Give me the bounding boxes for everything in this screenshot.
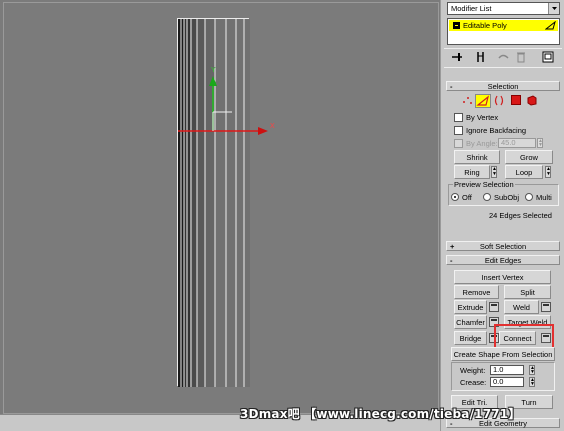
pin-stack-icon[interactable] <box>451 52 463 62</box>
ring-spinner[interactable]: ▲ ▼ <box>491 166 497 178</box>
preview-subobj-label: SubObj <box>494 193 520 202</box>
selection-rollout-title: Selection <box>487 82 519 91</box>
preview-multi-radio[interactable] <box>525 193 533 201</box>
remove-button[interactable]: Remove <box>454 285 499 299</box>
weld-button[interactable]: Weld <box>504 300 539 314</box>
edit-edges-rollout-title: Edit Edges <box>484 256 522 265</box>
edit-edges-rollout-header[interactable]: - Edit Edges <box>446 255 560 265</box>
by-angle-label: By Angle: <box>466 139 498 148</box>
remove-modifier-icon[interactable] <box>516 51 526 63</box>
create-shape-button[interactable]: Create Shape From Selection <box>451 347 555 361</box>
weight-field[interactable]: 1.0 <box>490 365 524 375</box>
crease-label: Crease: <box>460 378 487 387</box>
modifier-list-label: Modifier List <box>451 4 492 13</box>
extrude-settings-icon[interactable] <box>489 302 499 312</box>
by-vertex-label: By Vertex <box>466 113 499 122</box>
border-mode-icon[interactable] <box>493 94 507 107</box>
preview-selection-title: Preview Selection <box>453 180 515 189</box>
weight-spinner[interactable]: ▲ ▼ <box>529 365 535 375</box>
split-button[interactable]: Split <box>504 285 551 299</box>
configure-modifier-sets-icon[interactable] <box>542 51 554 63</box>
chamfer-button[interactable]: Chamfer <box>454 315 487 329</box>
edge-mode-icon[interactable] <box>475 94 491 108</box>
weld-settings-icon[interactable] <box>541 302 551 312</box>
gizmo-x-label: X <box>270 123 275 130</box>
preview-subobj-radio[interactable] <box>483 193 491 201</box>
ignore-backfacing-label: Ignore Backfacing <box>466 126 527 135</box>
stack-item-editable-poly[interactable]: Editable Poly <box>449 20 558 31</box>
command-panel: Modifier List Editable Poly - Selection <box>440 0 564 431</box>
modifier-stack[interactable]: Editable Poly <box>447 18 560 45</box>
by-angle-spinner[interactable]: ▲ ▼ <box>537 138 543 148</box>
polygon-mode-icon[interactable] <box>511 95 521 105</box>
preview-multi-label: Multi <box>536 193 552 202</box>
selection-rollout-header[interactable]: - Selection <box>446 81 560 91</box>
toolbar-separator-bottom <box>444 67 562 68</box>
crease-field[interactable]: 0.0 <box>490 377 524 387</box>
stack-item-label: Editable Poly <box>463 21 507 30</box>
chevron-down-icon <box>548 3 559 14</box>
watermark-text: 3Dmax吧 【www.linecg.com/tieba/1771】 <box>240 407 521 421</box>
shrink-button[interactable]: Shrink <box>454 150 500 164</box>
connect-highlight-callout <box>494 324 554 349</box>
toolbar-separator <box>444 48 562 49</box>
expand-toggle-icon[interactable] <box>453 22 460 29</box>
perspective-viewport[interactable]: Y X <box>0 0 440 431</box>
soft-selection-rollout-title: Soft Selection <box>479 242 527 251</box>
grow-button[interactable]: Grow <box>505 150 553 164</box>
by-angle-checkbox[interactable] <box>454 139 463 148</box>
soft-selection-rollout-header[interactable]: + Soft Selection <box>446 241 560 251</box>
ring-button[interactable]: Ring <box>454 165 490 179</box>
transform-gizmo[interactable]: Y X <box>0 0 440 414</box>
extrude-button[interactable]: Extrude <box>454 300 487 314</box>
subobject-toolbar <box>460 94 550 108</box>
by-angle-field[interactable]: 45.0 <box>498 138 536 148</box>
crease-spinner[interactable]: ▲ ▼ <box>529 377 535 387</box>
insert-vertex-button[interactable]: Insert Vertex <box>454 270 551 284</box>
gizmo-y-label: Y <box>211 67 216 74</box>
preview-off-label: Off <box>462 193 472 202</box>
selection-status: 24 Edges Selected <box>489 211 552 220</box>
ignore-backfacing-checkbox[interactable] <box>454 126 463 135</box>
modifier-list-dropdown[interactable]: Modifier List <box>447 2 560 15</box>
show-end-result-icon[interactable] <box>476 51 486 63</box>
edge-subobject-icon <box>545 21 556 30</box>
bridge-button[interactable]: Bridge <box>454 331 487 345</box>
loop-spinner[interactable]: ▲ ▼ <box>545 166 551 178</box>
preview-off-radio[interactable] <box>451 193 459 201</box>
loop-button[interactable]: Loop <box>505 165 543 179</box>
weight-label: Weight: <box>460 366 486 375</box>
by-vertex-checkbox[interactable] <box>454 113 463 122</box>
make-unique-icon[interactable] <box>498 52 509 62</box>
vertex-mode-icon[interactable] <box>460 94 475 107</box>
element-mode-icon[interactable] <box>526 94 538 106</box>
